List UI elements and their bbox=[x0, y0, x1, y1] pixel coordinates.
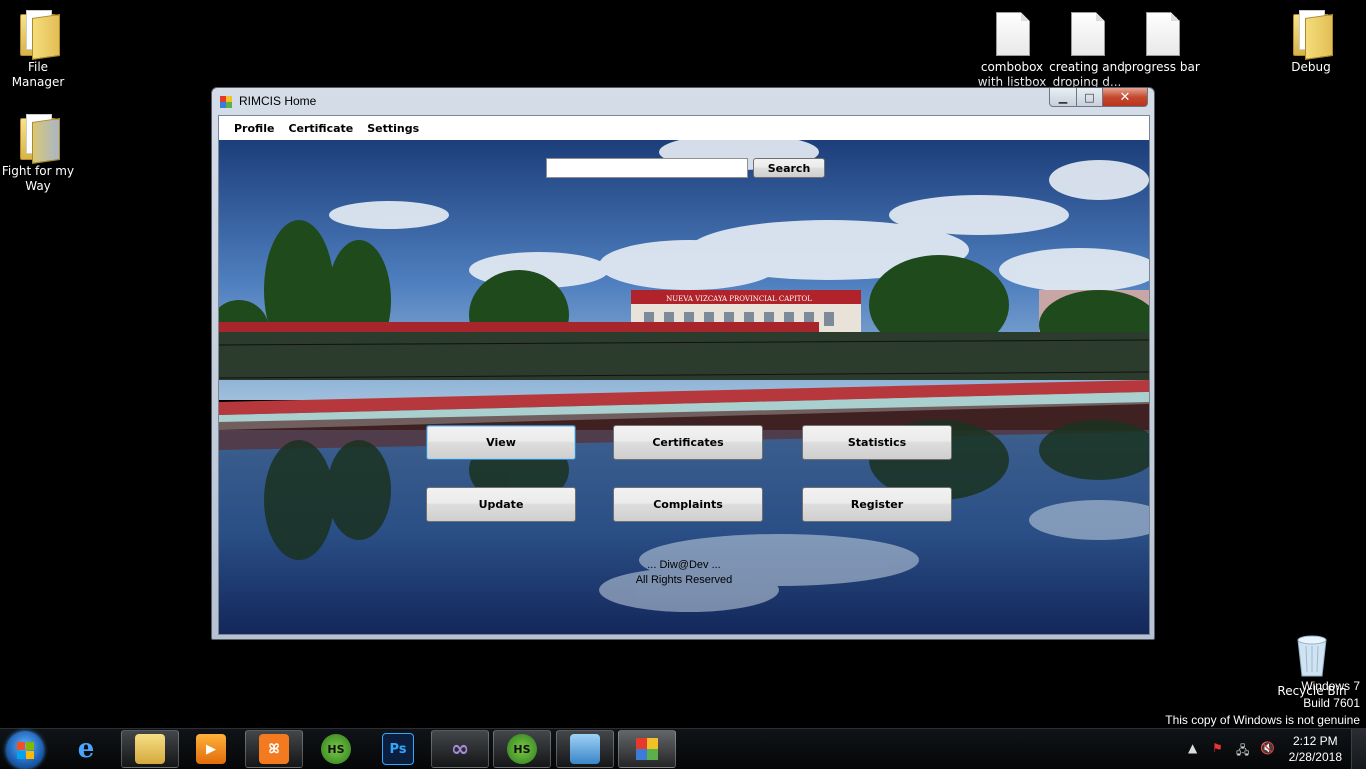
document-icon bbox=[1065, 10, 1109, 58]
hs-icon: HS bbox=[321, 734, 351, 764]
window-title: RIMCIS Home bbox=[239, 94, 317, 108]
desktop-icon-fight-for-my-way[interactable]: Fight for my Way bbox=[0, 112, 76, 194]
media-player-icon: ▶ bbox=[196, 734, 226, 764]
rimcis-app-icon bbox=[632, 734, 662, 764]
remote-desktop-icon bbox=[570, 734, 600, 764]
xampp-icon: ꕤ bbox=[259, 734, 289, 764]
footer-rights: All Rights Reserved bbox=[635, 574, 733, 586]
system-tray: ▲ ⚑ 🖧 🔇 2:12 PM 2/28/2018 bbox=[1176, 729, 1366, 769]
certificates-button[interactable]: Certificates bbox=[613, 425, 763, 460]
visual-studio-icon: ∞ bbox=[450, 736, 470, 762]
desktop-icon-label: creating and droping d... bbox=[1049, 60, 1125, 89]
close-button[interactable]: ✕ bbox=[1103, 88, 1148, 107]
window-controls: ▁ □ ✕ bbox=[1049, 88, 1148, 107]
taskbar-hs-2[interactable]: HS bbox=[493, 730, 551, 768]
desktop-icon-debug[interactable]: Debug bbox=[1273, 8, 1349, 75]
menu-bar: Profile Certificate Settings bbox=[219, 116, 1149, 140]
taskbar-remote-desktop[interactable] bbox=[556, 730, 614, 768]
desktop-icon-creating-and-droping[interactable]: creating and droping d... bbox=[1049, 10, 1125, 90]
folder-icon bbox=[16, 112, 60, 164]
watermark-line-2: Build 7601 bbox=[1303, 696, 1360, 710]
search-button[interactable]: Search bbox=[753, 158, 825, 178]
footer-credit: ... Diw@Dev ... bbox=[647, 559, 721, 571]
statistics-button[interactable]: Statistics bbox=[802, 425, 952, 460]
show-hidden-icons-button[interactable]: ▲ bbox=[1188, 741, 1197, 755]
taskbar-file-explorer[interactable] bbox=[121, 730, 179, 768]
clock-time: 2:12 PM bbox=[1292, 734, 1338, 748]
action-center-flag-icon[interactable]: ⚑ bbox=[1212, 741, 1223, 755]
menu-profile[interactable]: Profile bbox=[227, 122, 281, 135]
document-icon bbox=[1140, 10, 1184, 58]
desktop-icon-label: File Manager bbox=[11, 60, 65, 89]
hs-icon: HS bbox=[507, 734, 537, 764]
register-button[interactable]: Register bbox=[802, 487, 952, 522]
taskbar-rimcis[interactable] bbox=[618, 730, 676, 768]
desktop-icon-combobox[interactable]: combobox with listbox bbox=[974, 10, 1050, 90]
volume-muted-icon[interactable]: 🔇 bbox=[1260, 741, 1275, 755]
window-client-area: Profile Certificate Settings NUEVA VIZCA… bbox=[218, 115, 1150, 635]
menu-certificate[interactable]: Certificate bbox=[281, 122, 360, 135]
maximize-button[interactable]: □ bbox=[1077, 88, 1103, 107]
taskbar-internet-explorer[interactable]: e bbox=[57, 730, 115, 768]
desktop-icon-file-manager[interactable]: File Manager bbox=[0, 8, 76, 90]
taskbar-photoshop[interactable]: Ps bbox=[369, 730, 427, 768]
folder-icon bbox=[1289, 8, 1333, 60]
desktop-icon-label: combobox with listbox bbox=[977, 60, 1047, 89]
desktop-icon-progress-bar[interactable]: progress bar bbox=[1124, 10, 1200, 75]
rimcis-app-icon bbox=[220, 96, 232, 108]
rimcis-home-window: RIMCIS Home ▁ □ ✕ Profile Certificate Se… bbox=[211, 87, 1155, 640]
watermark-line-3: This copy of Windows is not genuine bbox=[1165, 713, 1360, 727]
desktop-icon-label: progress bar bbox=[1124, 60, 1200, 74]
window-titlebar[interactable]: RIMCIS Home ▁ □ ✕ bbox=[212, 88, 1154, 115]
start-button[interactable] bbox=[6, 731, 44, 769]
show-desktop-button[interactable] bbox=[1351, 729, 1366, 769]
folder-icon bbox=[16, 8, 60, 60]
desktop-icon-label: Debug bbox=[1291, 60, 1331, 74]
taskbar-media-player[interactable]: ▶ bbox=[182, 730, 240, 768]
minimize-button[interactable]: ▁ bbox=[1049, 88, 1077, 107]
taskbar-hs-1[interactable]: HS bbox=[307, 730, 365, 768]
network-icon[interactable]: 🖧 bbox=[1236, 741, 1249, 762]
clock[interactable]: 2:12 PM 2/28/2018 bbox=[1289, 733, 1342, 765]
taskbar: e ▶ ꕤ HS Ps ∞ HS ▲ ⚑ 🖧 🔇 2:12 PM 2/28/20… bbox=[0, 728, 1366, 769]
update-button[interactable]: Update bbox=[426, 487, 576, 522]
taskbar-visual-studio[interactable]: ∞ bbox=[431, 730, 489, 768]
photoshop-icon: Ps bbox=[382, 733, 414, 765]
taskbar-xampp[interactable]: ꕤ bbox=[245, 730, 303, 768]
view-button[interactable]: View bbox=[426, 425, 576, 460]
home-overlay: Search View Certificates Statistics Upda… bbox=[219, 140, 1149, 634]
internet-explorer-icon: e bbox=[77, 734, 95, 764]
watermark-line-1: Windows 7 bbox=[1301, 679, 1360, 693]
desktop-icon-label: Fight for my Way bbox=[1, 164, 75, 193]
menu-settings[interactable]: Settings bbox=[360, 122, 426, 135]
file-explorer-icon bbox=[135, 734, 165, 764]
document-icon bbox=[990, 10, 1034, 58]
clock-date: 2/28/2018 bbox=[1288, 750, 1342, 764]
complaints-button[interactable]: Complaints bbox=[613, 487, 763, 522]
search-input[interactable] bbox=[546, 158, 748, 178]
recycle-bin-icon bbox=[1290, 632, 1334, 680]
